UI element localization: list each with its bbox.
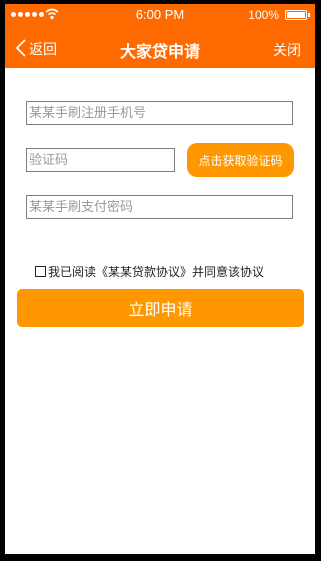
close-button[interactable]: 关闭 [273, 40, 301, 60]
battery-icon [285, 10, 307, 20]
wifi-icon [45, 8, 59, 20]
battery-level [287, 12, 305, 18]
signal-dots-icon [11, 12, 44, 17]
payment-password-input[interactable] [26, 195, 293, 219]
agreement-suffix: 并同意该协议 [192, 265, 265, 279]
status-bar: 6:00 PM 100% [5, 4, 315, 26]
battery-tip [308, 13, 310, 17]
submit-button[interactable]: 立即申请 [17, 289, 304, 327]
status-time: 6:00 PM [135, 7, 185, 22]
chevron-left-icon [15, 38, 26, 57]
back-label: 返回 [29, 42, 57, 58]
phone-input[interactable] [26, 101, 293, 125]
agreement-link[interactable]: 《某某贷款协议》 [96, 263, 192, 280]
header: 6:00 PM 100% 返回 大家贷申请 关闭 [5, 4, 315, 68]
nav-bar: 返回 大家贷申请 关闭 [5, 28, 315, 68]
verification-code-input[interactable] [26, 148, 175, 172]
agreement-row: 我已阅读 《某某贷款协议》 并同意该协议 [35, 263, 264, 280]
agreement-checkbox[interactable] [35, 266, 46, 277]
battery-percent: 100% [248, 8, 279, 22]
agreement-prefix: 我已阅读 [48, 265, 97, 279]
back-button[interactable]: 返回 [15, 36, 57, 59]
get-code-button[interactable]: 点击获取验证码 [187, 143, 294, 177]
phone-screen: 6:00 PM 100% 返回 大家贷申请 关闭 点击获取验证码 我已阅读 《某… [5, 4, 315, 554]
page-title: 大家贷申请 [119, 42, 200, 61]
